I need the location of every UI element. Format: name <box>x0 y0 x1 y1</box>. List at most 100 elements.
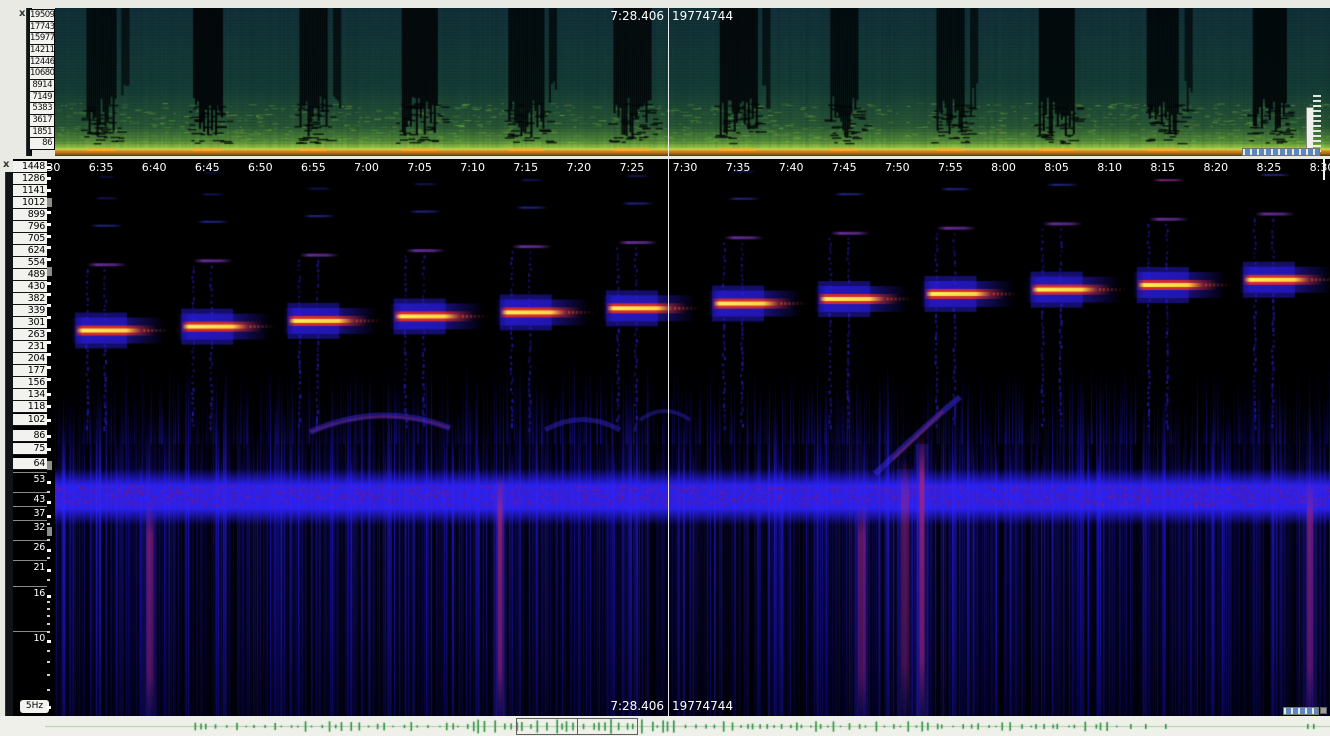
freq-tick-minor <box>47 615 50 617</box>
freq-tick <box>47 341 51 344</box>
freq-label-main: 1141 <box>13 185 47 197</box>
freq-tick-minor <box>47 579 50 581</box>
freq-label-main: 21 <box>13 560 47 574</box>
view-window-box-main[interactable] <box>577 718 638 735</box>
freq-label-main: 231 <box>13 341 47 353</box>
freq-tick <box>47 419 51 422</box>
freq-tick <box>47 304 51 307</box>
freq-label-main: 382 <box>13 293 47 305</box>
time-tick-label: 7:55 <box>938 160 963 175</box>
freq-tick <box>47 166 51 169</box>
freq-label-main: 204 <box>13 353 47 365</box>
cursor-time-readout-main: 7:28.406 <box>610 699 664 713</box>
zoom-ladder-top[interactable] <box>1313 95 1321 153</box>
freq-label-main: 53 <box>13 472 47 486</box>
freq-label-main: 899 <box>13 209 47 221</box>
freq-label-top: 86 <box>30 138 54 150</box>
freq-label-top: 15977 <box>30 33 54 45</box>
freq-label-main: 177 <box>13 365 47 377</box>
freq-label-main: 64 <box>13 458 47 470</box>
time-tick-label: 7:40 <box>779 160 804 175</box>
cursor-sample-readout-main: 19774744 <box>672 699 733 713</box>
freq-label-main: 75 <box>13 443 47 455</box>
spectrogram-top-canvas[interactable] <box>55 8 1330 156</box>
time-tick-label: 7:50 <box>885 160 910 175</box>
waveform-overview-canvas[interactable] <box>45 718 1330 735</box>
scale-thumb[interactable] <box>47 527 52 536</box>
freq-label-top: 3617 <box>30 115 54 127</box>
time-tick-label: 6:55 <box>301 160 326 175</box>
freq-label-top: 19509 <box>30 10 54 22</box>
time-tick-label: 8:10 <box>1097 160 1122 175</box>
freq-tick <box>47 235 51 238</box>
time-tick-label: 6:45 <box>195 160 220 175</box>
scale-thumb[interactable] <box>47 267 52 276</box>
frequency-scale-main: 1448128611411012899796705624554489430382… <box>13 159 47 716</box>
freq-tick <box>47 515 51 518</box>
cursor-time-readout-top: 7:28.406 <box>610 9 664 23</box>
freq-tick <box>47 501 51 504</box>
time-tick-label: 8:05 <box>1044 160 1069 175</box>
freq-tick <box>47 223 51 226</box>
freq-label-main: 10 <box>13 631 47 645</box>
freq-label-main: 624 <box>13 245 47 257</box>
freq-label-main: 134 <box>13 389 47 401</box>
freq-tick <box>47 569 51 572</box>
time-tick-label: 7:10 <box>460 160 485 175</box>
freq-label-main: 1448 <box>13 161 47 173</box>
freq-tick <box>47 481 51 484</box>
freq-tick <box>47 448 51 451</box>
view-window-box-top[interactable] <box>516 718 578 735</box>
freq-tick <box>47 435 51 438</box>
time-tick-label: 7:20 <box>566 160 591 175</box>
freq-tick <box>47 189 51 192</box>
freq-tick <box>47 366 51 369</box>
freq-label-top: 1851 <box>30 127 54 139</box>
freq-label-main: 796 <box>13 221 47 233</box>
freq-label-top: 17743 <box>30 22 54 34</box>
freq-label-main: 1012 <box>13 197 47 209</box>
close-pane-top-button[interactable]: x <box>19 9 25 19</box>
app-window: x 19509177431597714211124461068089147149… <box>0 0 1330 736</box>
freq-tick <box>47 405 51 408</box>
progress-button-main[interactable] <box>1320 707 1327 714</box>
freq-tick <box>47 378 51 381</box>
freq-label-top: 7149 <box>30 92 54 104</box>
freq-tick <box>47 640 51 643</box>
time-tick-label: 8:20 <box>1203 160 1228 175</box>
close-pane-main-button[interactable]: x <box>3 160 9 170</box>
freq-tick-minor <box>47 650 50 652</box>
freq-label-main: 705 <box>13 233 47 245</box>
freq-label-main: 489 <box>13 269 47 281</box>
freq-tick-minor <box>47 491 50 493</box>
freq-tick <box>47 706 51 709</box>
freq-tick-minor <box>47 661 50 663</box>
freq-label-main: 102 <box>13 414 47 426</box>
freq-tick-minor <box>47 601 50 603</box>
freq-label-top: 5383 <box>30 103 54 115</box>
freq-label-main: 26 <box>13 540 47 554</box>
frequency-ticks-main <box>47 159 55 716</box>
time-tick-label: 6:35 <box>89 160 114 175</box>
freq-label-top: 14211 <box>30 45 54 57</box>
freq-tick <box>47 282 51 285</box>
time-tick-label: 6:50 <box>248 160 273 175</box>
freq-tick <box>47 258 51 261</box>
scale-thumb[interactable] <box>47 461 52 470</box>
freq-tick <box>47 353 51 356</box>
freq-tick <box>47 211 51 214</box>
spectrogram-main-canvas[interactable] <box>55 159 1330 716</box>
playback-cursor-top <box>668 8 669 156</box>
time-tick-label: 7:05 <box>407 160 432 175</box>
playback-cursor-main <box>668 159 669 716</box>
freq-tick <box>47 393 51 396</box>
freq-tick <box>47 316 51 319</box>
time-tick-label: 7:15 <box>513 160 538 175</box>
freq-tick <box>47 246 51 249</box>
freq-tick <box>47 293 51 296</box>
freq-label-main: 263 <box>13 329 47 341</box>
freq-tick-minor <box>47 523 50 525</box>
freq-unit-label: 5Hz <box>20 700 49 713</box>
scale-thumb[interactable] <box>47 198 52 207</box>
progress-bar-top <box>1242 148 1320 156</box>
